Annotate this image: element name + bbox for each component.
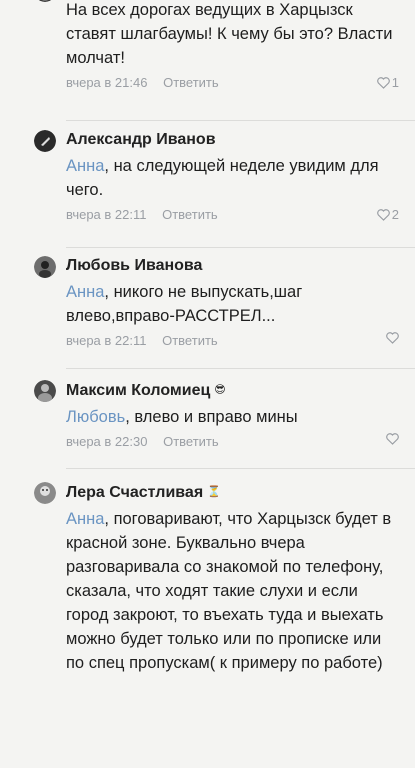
comment-author[interactable]: Александр Иванов [66,130,401,150]
like-button[interactable] [386,433,399,445]
heart-icon [386,433,399,445]
comment-time: вчера в 22:11 [66,207,147,222]
comment-author[interactable]: Максим Коломиец 😎 [66,380,401,401]
comment-meta: вчера в 21:46 Ответить 1 [66,74,401,92]
comment-text: На всех дорогах ведущих в Харцызск ставя… [66,1,393,67]
comment-text: Анна, поговаривают, что Харцызск будет в… [66,510,392,672]
reply-button[interactable]: Ответить [163,434,219,449]
comment-3: Любовь Иванова Анна, никого не выпускать… [0,256,415,350]
comment-4: Максим Коломиец 😎 Любовь, влево и вправо … [0,380,415,451]
mention-link[interactable]: Любовь [66,408,125,426]
comment-text: Анна, на следующей неделе увидим для чег… [66,157,379,199]
reply-button[interactable]: Ответить [162,333,218,348]
reply-button[interactable]: Ответить [163,75,219,90]
comment-2: Александр Иванов Анна, на следующей неде… [0,130,415,224]
like-count: 1 [391,75,399,90]
avatar[interactable] [34,130,56,152]
avatar[interactable] [34,482,56,504]
comment-meta: вчера в 22:11 Ответить [66,332,401,350]
like-button[interactable]: 2 [376,206,399,224]
comment-text: Анна, никого не выпускать,шаг влево,впра… [66,283,303,325]
comment-1: На всех дорогах ведущих в Харцызск ставя… [0,0,415,92]
comment-time: вчера в 21:46 [66,75,148,90]
comment-time: вчера в 22:11 [66,333,147,348]
heart-icon [376,77,390,89]
divider [66,247,415,248]
avatar[interactable] [34,256,56,278]
comment-author[interactable]: Любовь Иванова [66,256,401,276]
heart-icon [386,332,399,344]
comment-author[interactable]: Лера Счастливая ⏳ [66,482,401,503]
avatar[interactable] [34,380,56,402]
like-button[interactable] [386,332,399,344]
avatar[interactable] [34,0,56,2]
divider [66,368,415,369]
comment-text: Любовь, влево и вправо мины [66,408,298,426]
mention-link[interactable]: Анна [66,157,104,175]
hourglass-emoji-icon: ⏳ [207,486,221,498]
like-button[interactable]: 1 [376,74,399,92]
divider [66,120,415,121]
comment-5: Лера Счастливая ⏳ Анна, поговаривают, что… [0,482,415,675]
comment-meta: вчера в 22:11 Ответить 2 [66,206,401,224]
sunglasses-emoji-icon: 😎 [214,384,226,396]
like-count: 2 [391,207,399,222]
reply-button[interactable]: Ответить [162,207,218,222]
comment-time: вчера в 22:30 [66,434,148,449]
heart-icon [376,209,390,221]
mention-link[interactable]: Анна [66,283,104,301]
divider [66,468,415,469]
mention-link[interactable]: Анна [66,510,104,528]
comment-meta: вчера в 22:30 Ответить [66,433,401,451]
